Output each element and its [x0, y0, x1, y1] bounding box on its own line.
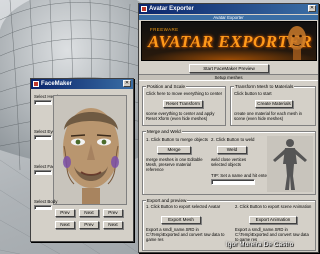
position-scale-instruction: Click here to move everything to center [146, 91, 223, 96]
weld-description: weld close vertices selected objects [211, 157, 247, 167]
export-animation-step-label: 2. Click Button to export scene Animatio… [235, 204, 312, 209]
face-window-titlebar[interactable]: FaceMaker [31, 79, 133, 89]
object-name-input[interactable] [211, 179, 255, 185]
reset-transform-button[interactable]: Reset Transform [163, 100, 203, 108]
avatar-body-silhouette-icon [267, 136, 313, 192]
prev-eyes-button[interactable]: Prev [103, 209, 123, 217]
position-scale-label: Position and Scale [146, 84, 187, 89]
exporter-subtitle-bar: Avatar Exporter [139, 15, 318, 20]
position-scale-group: Position and Scale Click here to move ev… [142, 84, 226, 126]
merge-step-label: 1. Click Button to merge objects [146, 137, 208, 142]
merge-weld-label: Merge and Weld [146, 129, 182, 134]
face-selector-field[interactable] [34, 170, 52, 175]
merge-weld-group: Merge and Weld 1. Click Button to merge … [142, 129, 316, 195]
setup-meshes-header: Setup meshes [139, 74, 318, 81]
avatar-exporter-window[interactable]: Avatar Exporter ✕ Avatar Exporter FREEWA… [138, 3, 319, 253]
head-selector-field[interactable] [34, 100, 52, 105]
face-window-title: FaceMaker [41, 81, 73, 87]
export-mesh-step-label: 1. Click Button to export selected Avata… [146, 204, 221, 209]
create-materials-button[interactable]: Create Materials [255, 100, 293, 108]
export-mesh-description: Export a smdl_name.SRD in C:\Temp\Export… [146, 227, 225, 242]
prev-face-button[interactable]: Prev [79, 221, 99, 229]
export-mesh-button[interactable]: Export Mesh [161, 216, 201, 224]
weld-button[interactable]: Weld [217, 146, 247, 154]
author-watermark: Igor Moreira De Castro [226, 241, 294, 248]
prev-head-button[interactable]: Prev [55, 209, 75, 217]
face-preview-window[interactable]: FaceMaker ✕ Select Head Select Eyes Sele… [30, 78, 134, 242]
merge-description: merge meshes in one Editable Mesh, prese… [146, 157, 203, 172]
exporter-window-title: Avatar Exporter [149, 6, 194, 12]
close-icon[interactable]: ✕ [308, 5, 316, 12]
export-animation-button[interactable]: Export Animation [249, 216, 297, 224]
export-animation-description: Export a smdl_name.SRD in C:\Temp\Export… [235, 227, 309, 242]
banner-head-icon [288, 26, 306, 60]
next-eyes-button[interactable]: Next [55, 221, 75, 229]
weld-tip-text: TIP: Set a name and hit enter [211, 173, 269, 178]
eyes-selector-field[interactable] [34, 135, 52, 140]
exporter-banner: FREEWARE AVATAR EXPORTER [141, 21, 317, 61]
select-body-label: Select Body [34, 199, 58, 204]
weld-step-label: 2. Click Button to weld [211, 137, 255, 142]
app-icon [33, 81, 39, 87]
transform-mesh-description: create one material for each mesh in sce… [234, 111, 302, 121]
transform-mesh-label: Transform Mesh to Materials [234, 84, 295, 89]
app-icon [141, 6, 147, 12]
export-preview-label: Export and preview [146, 198, 188, 203]
next-head-button[interactable]: Next [79, 209, 99, 217]
exporter-titlebar[interactable]: Avatar Exporter [139, 4, 318, 14]
transform-mesh-instruction: Click button to start [234, 91, 272, 96]
face-preview-image [53, 95, 127, 205]
next-face-button[interactable]: Next [103, 221, 123, 229]
body-selector-field[interactable] [34, 205, 52, 210]
start-facemaker-preview-button[interactable]: Start FaceMaker Preview [189, 64, 269, 73]
close-icon[interactable]: ✕ [123, 80, 131, 87]
transform-mesh-group: Transform Mesh to Materials Click button… [230, 84, 316, 126]
merge-button[interactable]: Merge [157, 146, 191, 154]
position-scale-description: scene everything to center and apply Res… [146, 111, 215, 121]
